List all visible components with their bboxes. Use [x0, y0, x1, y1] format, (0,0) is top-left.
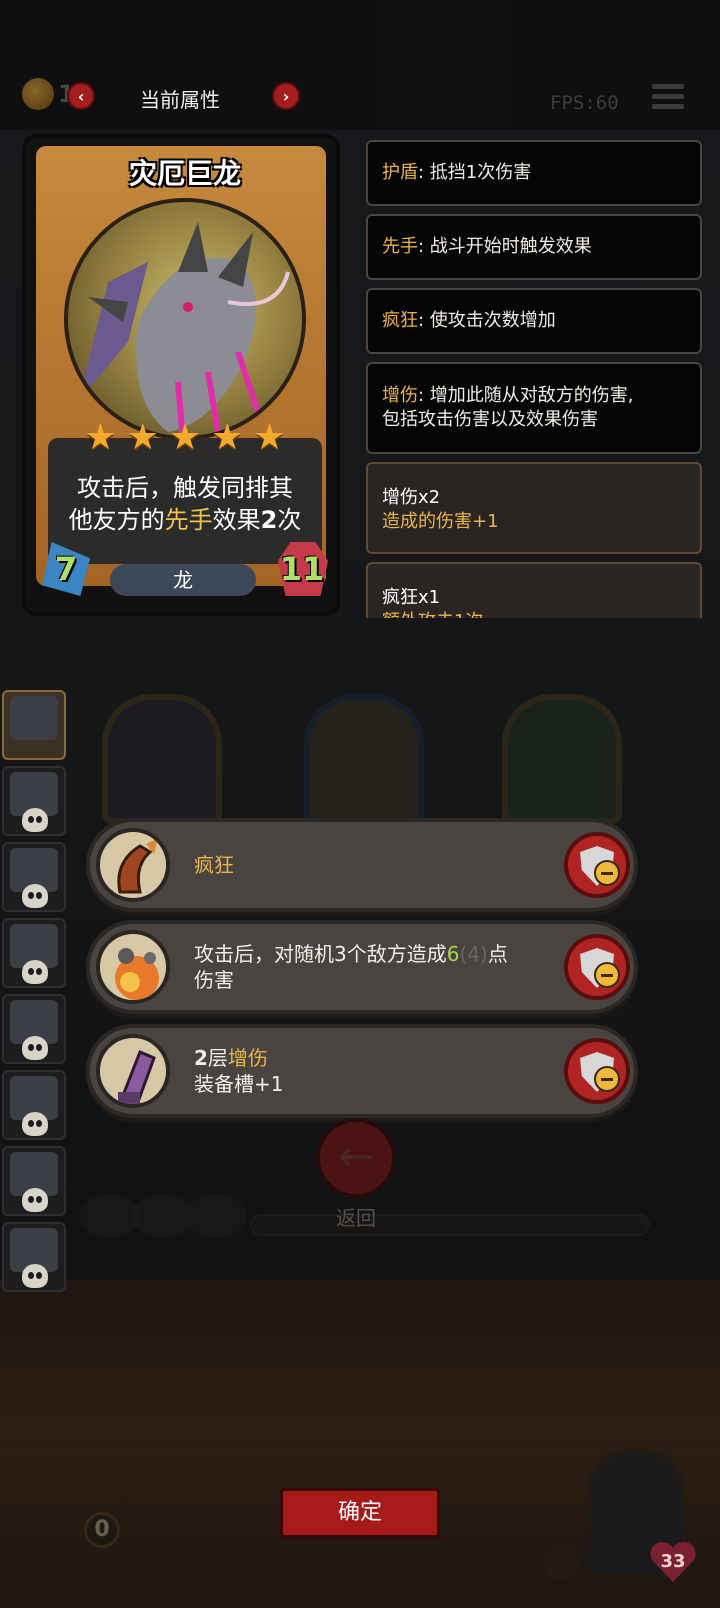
- health-stat: 11: [278, 542, 328, 596]
- horn-icon: [96, 828, 170, 902]
- star-icon: ★: [126, 417, 159, 458]
- keyword-highlight: 先手: [164, 506, 213, 534]
- roster-slot-2[interactable]: [2, 766, 66, 836]
- roster-slot-7[interactable]: [2, 1146, 66, 1216]
- tribe-label: 龙: [110, 564, 256, 596]
- card-name: 灾厄巨龙: [128, 157, 241, 190]
- keyword-shield: 护盾: 抵挡1次伤害: [366, 140, 702, 206]
- keyword-damage-boost: 增伤: 增加此随从对敌方的伤害, 包括攻击伤害以及效果伤害: [366, 362, 702, 454]
- fps-readout: FPS:60: [550, 92, 619, 114]
- skull-icon: [22, 1188, 48, 1212]
- equipment-text: 2层增伤 装备槽+1: [194, 1046, 284, 1096]
- minus-icon: [594, 860, 620, 886]
- roster-slot-8[interactable]: [2, 1222, 66, 1292]
- card-description-line2: 他友方的先手效果2次: [68, 506, 302, 534]
- skull-icon: [22, 960, 48, 984]
- star-rating: ★ ★ ★ ★ ★: [26, 420, 344, 456]
- equipment-text: 疯狂: [194, 853, 234, 877]
- equipment-row: 攻击后，对随机3个敌方造成6(4)点 伤害: [86, 920, 638, 1014]
- equipment-row: 疯狂: [86, 818, 638, 912]
- roster-slot-3[interactable]: [2, 842, 66, 912]
- skull-icon: [22, 1036, 48, 1060]
- star-icon: ★: [168, 417, 202, 458]
- roster-slot-1[interactable]: [2, 690, 66, 760]
- equipment-row: 2层增伤 装备槽+1: [86, 1024, 638, 1118]
- star-icon: ★: [84, 417, 117, 458]
- remove-equipment-button[interactable]: [564, 1038, 630, 1104]
- card-description: 攻击后，触发同排其 他友方的先手效果2次: [48, 472, 322, 536]
- back-button[interactable]: ←: [316, 1118, 396, 1198]
- buff-damage-boost: 增伤x2 造成的伤害+1: [366, 462, 702, 554]
- explosion-icon: [96, 930, 170, 1004]
- roster-slot-6[interactable]: [2, 1070, 66, 1140]
- remove-equipment-button[interactable]: [564, 832, 630, 898]
- star-icon: ★: [211, 417, 244, 458]
- roster-slot-4[interactable]: [2, 918, 66, 988]
- roster-slot-5[interactable]: [2, 994, 66, 1064]
- minion-card: 灾厄巨龙 ★ ★ ★ ★ ★ 攻击后，触发同排其 他友方的先手效果2次 7 龙 …: [22, 134, 340, 616]
- gauntlet-icon: [96, 1034, 170, 1108]
- attack-stat: 7: [42, 542, 90, 596]
- equipment-text: 攻击后，对随机3个敌方造成6(4)点 伤害: [194, 942, 508, 992]
- skull-icon: [22, 1112, 48, 1136]
- minus-icon: [594, 1066, 620, 1092]
- confirm-button[interactable]: 确定: [280, 1488, 440, 1538]
- menu-icon[interactable]: [652, 84, 684, 114]
- keyword-first-strike: 先手: 战斗开始时触发效果: [366, 214, 702, 280]
- buff-frenzy: 疯狂x1 额外攻击1次: [366, 562, 702, 618]
- prev-arrow-button[interactable]: ‹: [67, 82, 95, 110]
- hero-avatar: [10, 696, 58, 740]
- health-value: 11: [279, 550, 325, 588]
- next-arrow-button[interactable]: ›: [272, 82, 300, 110]
- back-label: 返回: [336, 1206, 376, 1230]
- card-description-line1: 攻击后，触发同排其: [77, 474, 293, 502]
- star-icon: ★: [253, 417, 286, 458]
- skull-icon: [22, 808, 48, 832]
- skull-icon: [22, 1264, 48, 1288]
- remove-equipment-button[interactable]: [564, 934, 630, 1000]
- keyword-frenzy: 疯狂: 使攻击次数增加: [366, 288, 702, 354]
- coin-icon: [22, 78, 54, 110]
- page-title: 当前属性: [140, 88, 220, 112]
- dragon-portrait: [64, 198, 306, 440]
- attack-value: 7: [54, 550, 78, 588]
- skull-icon: [22, 884, 48, 908]
- minus-icon: [594, 962, 620, 988]
